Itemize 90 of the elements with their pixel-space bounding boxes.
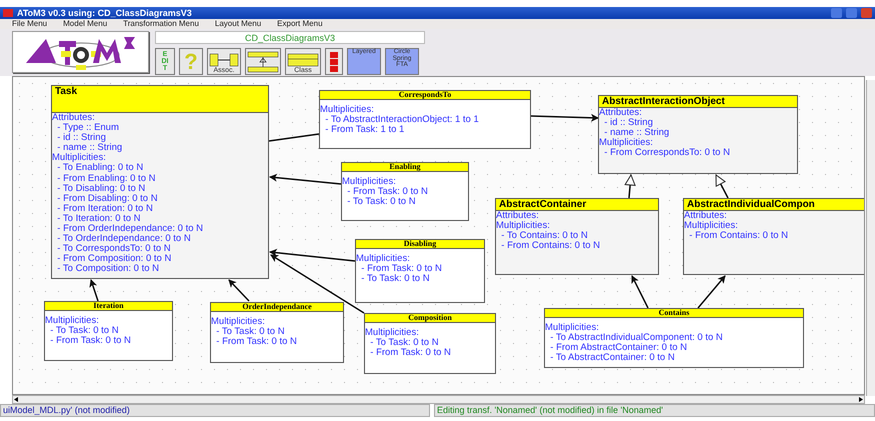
node-text: - Type :: Enum	[56, 123, 119, 134]
status-text: uiModel_MDL.py' (not modified)	[0, 404, 430, 417]
node-text: Multiplicities:	[211, 317, 265, 327]
menu-item[interactable]: File Menu	[12, 19, 48, 29]
node-text: Attributes:	[599, 108, 642, 118]
node-text: - From Enabling: 0 to N	[56, 174, 156, 184]
node-text: - To Disabling: 0 to N	[56, 184, 146, 194]
node-text: - From Task: 0 to N	[49, 336, 131, 346]
model-name-field: CD_ClassDiagramsV3	[155, 31, 425, 44]
horizontal-scrollbar[interactable]	[12, 395, 865, 404]
association-box[interactable]: CorrespondsTo Multiplicities: - To AbstractInteractionObject: 1 to 1 - From Task: 1 to 1	[319, 90, 531, 149]
node-title: AbstractContainer	[499, 199, 586, 210]
node-text: Multiplicities:	[356, 254, 410, 264]
node-text: - From Task: 0 to N	[346, 187, 428, 198]
menu-item[interactable]: Export Menu	[277, 19, 323, 29]
class-box[interactable]	[51, 85, 269, 279]
node-text: - From Composition: 0 to N	[56, 254, 172, 264]
menu-item[interactable]: Model Menu	[63, 19, 108, 29]
association-icon	[209, 53, 239, 67]
association-box[interactable]: Disabling Multiplicities: - From Task: 0 to N - To Task: 0 to N	[355, 239, 485, 303]
node-text: - From Task: 1 to 1	[324, 125, 404, 136]
node-title: Task	[55, 86, 78, 97]
node-title: AbstractIndividualCompon	[687, 199, 815, 210]
node-text: - To Composition: 0 to N	[56, 264, 160, 274]
node-text: - To OrderIndependance: 0 to N	[56, 234, 191, 244]
inheritance-button[interactable]	[245, 48, 281, 75]
node-text: - To Task: 0 to N	[49, 326, 119, 336]
class-icon	[287, 53, 319, 67]
association-box[interactable]: Composition Multiplicities: - To Task: 0 to N - From Task: 0 to N	[364, 313, 496, 374]
menu-item[interactable]: Layout Menu	[214, 19, 262, 29]
node-text: - From Task: 0 to N	[369, 348, 451, 358]
node-title: AbstractInteractionObject	[602, 96, 725, 107]
node-text: Attributes:	[496, 211, 539, 221]
association-box[interactable]: Contains Multiplicities: - To AbstractIndividualComponent: 0 to N - From AbstractContainer: 0 to N - To AbstractContainer: 0 to N	[544, 308, 804, 368]
node-text: - To AbstractInteractionObject: 1 to 1	[324, 115, 479, 126]
node-text: - name :: String	[57, 143, 122, 154]
node-text: - To CorrespondsTo: 0 to N	[56, 244, 171, 254]
node-title: OrderIndependance	[242, 302, 312, 311]
association-box[interactable]: Iteration Multiplicities: - To Task: 0 to N - From Task: 0 to N	[44, 301, 173, 361]
node-text: - To Task: 0 to N	[346, 197, 416, 208]
node-text: - From Task: 0 to N	[360, 264, 442, 274]
node-title: Contains	[658, 308, 690, 317]
node-title: Enabling	[389, 162, 421, 171]
class-box[interactable]: AbstractContainer Attributes: Multiplicities: - To Contains: 0 to N - From Contains: 0 to N	[495, 198, 659, 275]
node-text: - To AbstractIndividualComponent: 0 to N	[549, 333, 723, 344]
stacked-blocks-icon	[329, 50, 339, 72]
node-title: Composition	[408, 313, 452, 322]
generate-button[interactable]	[325, 48, 343, 75]
node-text: - From Contains: 0 to N	[500, 241, 600, 252]
node-text: - From Disabling: 0 to N	[56, 194, 158, 204]
node-text: - From Task: 0 to N	[215, 337, 297, 348]
inheritance-icon	[247, 50, 279, 72]
app-icon	[3, 9, 13, 17]
node-text: - From Iteration: 0 to N	[56, 204, 153, 214]
node-text: - name :: String	[604, 128, 670, 138]
node-text: - To Enabling: 0 to N	[56, 163, 144, 174]
node-text: Multiplicities:	[599, 138, 653, 148]
node-text: Multiplicities:	[52, 153, 106, 164]
association-box[interactable]: Enabling Multiplicities: - From Task: 0 to N - To Task: 0 to N	[341, 162, 469, 221]
node-text: Multiplicities:	[320, 105, 374, 115]
status-text: Editing transf. 'Nonamed' (not modified) in file 'Nonamed'	[434, 404, 875, 417]
node-text: - From CorrespondsTo: 0 to N	[603, 148, 730, 158]
node-text: - To Iteration: 0 to N	[56, 214, 141, 224]
node-text: Multiplicities:	[45, 316, 99, 326]
node-text: - From Contains: 0 to N	[688, 231, 788, 242]
node-text: - To AbstractContainer: 0 to N	[549, 353, 675, 364]
node-text: - To Task: 0 to N	[369, 338, 439, 348]
node-text: Attributes:	[684, 211, 727, 221]
node-text: - id :: String	[56, 133, 106, 144]
class-box[interactable]: AbstractIndividualCompon Attributes: Multiplicities: - From Contains: 0 to N	[683, 198, 864, 275]
node-text: Multiplicities:	[365, 328, 419, 338]
class-box[interactable]: AbstractInteractionObject Attributes: - id :: String - name :: String Multiplicities: - From CorrespondsTo: 0 to N	[598, 95, 798, 174]
node-title: CorrespondsTo	[398, 90, 452, 99]
node-text: - From OrderIndependance: 0 to N	[56, 224, 204, 234]
node-title: Disabling	[404, 239, 436, 248]
window-title: AToM3 v0.3 using: CD_ClassDiagramsV3	[17, 6, 192, 20]
node-text: - To Task: 0 to N	[360, 274, 430, 284]
menu-item[interactable]: Transformation Menu	[123, 19, 199, 29]
node-text: Multiplicities:	[684, 221, 738, 232]
node-text: Multiplicities:	[545, 323, 599, 333]
node-text: Multiplicities:	[342, 177, 396, 187]
association-box[interactable]: OrderIndependance Multiplicities: - To Task: 0 to N - From Task: 0 to N	[210, 302, 344, 363]
node-text: Multiplicities:	[496, 221, 550, 232]
node-text: Attributes:	[52, 113, 95, 124]
node-text: - To Contains: 0 to N	[500, 231, 588, 242]
node-title: Iteration	[93, 301, 124, 310]
node-text: - id :: String	[603, 118, 653, 128]
node-text: - From AbstractContainer: 0 to N	[549, 343, 688, 354]
node-text: - To Task: 0 to N	[215, 327, 285, 338]
vertical-scrollbar[interactable]	[866, 80, 875, 396]
